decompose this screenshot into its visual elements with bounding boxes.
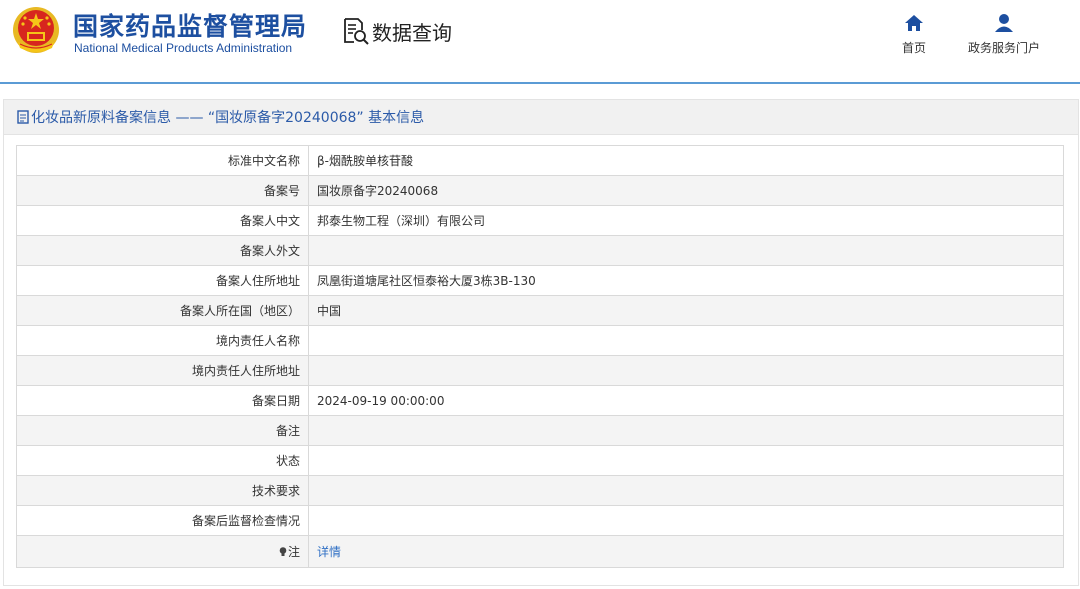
table-row: 技术要求 [16, 475, 1064, 506]
field-value [308, 505, 1064, 536]
panel-header: 化妆品新原料备案信息 —— “国妆原备字20240068” 基本信息 [4, 100, 1078, 135]
national-emblem-icon [13, 7, 59, 53]
nav-service-portal[interactable]: 政务服务门户 [963, 12, 1045, 56]
field-label: 备案人中文 [16, 205, 309, 236]
table-row: 备案人中文 邦泰生物工程（深圳）有限公司 [16, 205, 1064, 236]
org-name-en: National Medical Products Administration [74, 41, 293, 55]
nav-service-portal-label: 政务服务门户 [967, 41, 1040, 55]
field-label: 标准中文名称 [16, 145, 309, 176]
lightbulb-icon [279, 547, 287, 556]
field-value [308, 475, 1064, 506]
user-icon [995, 14, 1013, 32]
note-label: 注 [287, 545, 300, 559]
field-label: 备案后监督检查情况 [16, 505, 309, 536]
field-label: 境内责任人住所地址 [16, 355, 309, 386]
nav-home-label: 首页 [901, 41, 926, 55]
field-value [308, 325, 1064, 356]
data-query-label: 数据查询 [372, 20, 452, 45]
field-value: 2024-09-19 00:00:00 [308, 385, 1064, 416]
field-label: 状态 [16, 445, 309, 476]
field-value: 中国 [308, 295, 1064, 326]
table-row: 备案人住所地址 凤凰街道塘尾社区恒泰裕大厦3栋3B-130 [16, 265, 1064, 296]
field-label: 备案人住所地址 [16, 265, 309, 296]
record-table: 标准中文名称 β-烟酰胺单核苷酸 备案号 国妆原备字20240068 备案人中文 邦泰生物… [16, 145, 1064, 568]
field-value: β-烟酰胺单核苷酸 [308, 145, 1064, 176]
field-value: 国妆原备字20240068 [308, 175, 1064, 206]
table-row-note: 注 详情 [16, 535, 1064, 568]
table-row: 标准中文名称 β-烟酰胺单核苷酸 [16, 145, 1064, 176]
field-label: 备案人外文 [16, 235, 309, 266]
panel-title: 化妆品新原料备案信息 —— “国妆原备字20240068” 基本信息 [31, 110, 425, 126]
field-label: 备案号 [16, 175, 309, 206]
document-icon [17, 110, 29, 124]
table-row: 备案人所在国（地区） 中国 [16, 295, 1064, 326]
note-label-cell: 注 [16, 535, 309, 568]
field-label: 备案日期 [16, 385, 309, 416]
field-value: 邦泰生物工程（深圳）有限公司 [308, 205, 1064, 236]
field-label: 技术要求 [16, 475, 309, 506]
table-row: 境内责任人名称 [16, 325, 1064, 356]
nav-home[interactable]: 首页 [897, 12, 931, 56]
details-link[interactable]: 详情 [317, 545, 341, 559]
field-value: 凤凰街道塘尾社区恒泰裕大厦3栋3B-130 [308, 265, 1064, 296]
note-value-cell: 详情 [308, 535, 1064, 568]
field-label: 境内责任人名称 [16, 325, 309, 356]
table-row: 备案号 国妆原备字20240068 [16, 175, 1064, 206]
field-label: 备注 [16, 415, 309, 446]
field-value [308, 445, 1064, 476]
record-panel: 化妆品新原料备案信息 —— “国妆原备字20240068” 基本信息 标准中文名… [3, 99, 1079, 586]
home-icon [905, 15, 923, 31]
table-row: 备注 [16, 415, 1064, 446]
field-value [308, 415, 1064, 446]
site-header: 国家药品监督管理局 National Medical Products Admi… [0, 0, 1080, 84]
field-label: 备案人所在国（地区） [16, 295, 309, 326]
org-name-cn: 国家药品监督管理局 [73, 12, 308, 41]
data-query-title: 数据查询 [342, 16, 452, 46]
field-value [308, 235, 1064, 266]
field-value [308, 355, 1064, 386]
table-row: 备案后监督检查情况 [16, 505, 1064, 536]
table-row: 备案人外文 [16, 235, 1064, 266]
document-search-icon [344, 18, 369, 45]
table-row: 状态 [16, 445, 1064, 476]
table-row: 备案日期 2024-09-19 00:00:00 [16, 385, 1064, 416]
table-row: 境内责任人住所地址 [16, 355, 1064, 386]
